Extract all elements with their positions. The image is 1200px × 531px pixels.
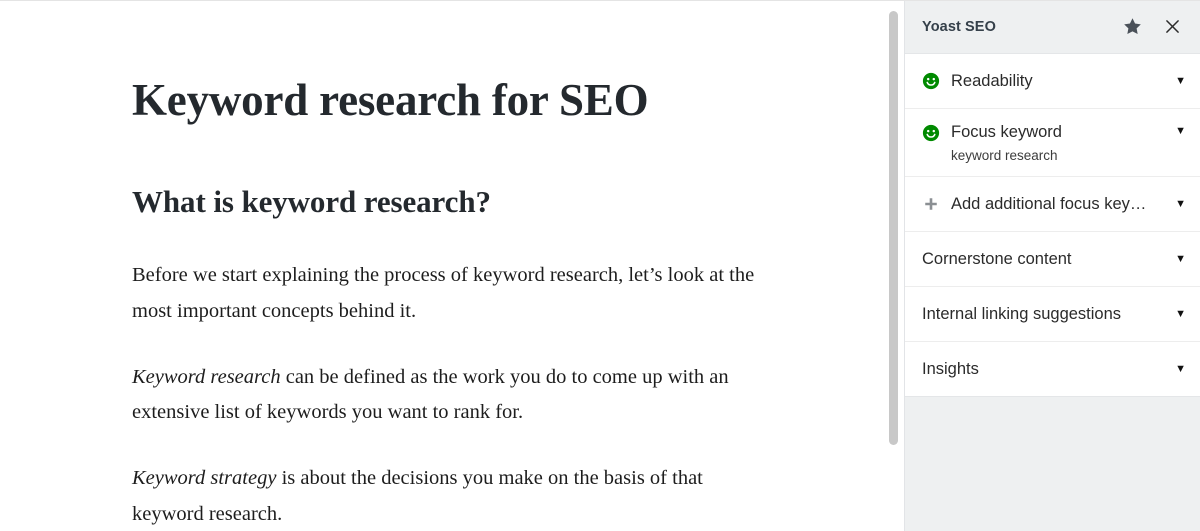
sidebar-item-internal-linking-labels: Internal linking suggestions — [922, 304, 1121, 325]
sidebar-item-label: Add additional focus key… — [951, 194, 1147, 213]
paragraph-keyword-strategy[interactable]: Keyword strategy is about the decisions … — [132, 461, 757, 531]
section-heading[interactable]: What is keyword research? — [132, 183, 832, 220]
sidebar-item-add-focus-keyword-content: Add additional focus key… — [922, 177, 1167, 231]
post-editor-canvas[interactable]: Keyword research for SEO What is keyword… — [0, 0, 886, 531]
sidebar-item-sublabel: keyword research — [951, 147, 1058, 163]
paragraph-intro[interactable]: Before we start explaining the process o… — [132, 258, 757, 329]
sidebar-header: Yoast SEO — [905, 0, 1200, 54]
plus-icon — [922, 195, 940, 213]
sidebar-item-add-focus-keyword-labels: Add additional focus key… — [951, 194, 1146, 215]
editor-window: Keyword research for SEO What is keyword… — [0, 0, 1200, 531]
sidebar-item-insights-labels: Insights — [922, 359, 979, 380]
window-top-divider — [0, 0, 1200, 1]
sidebar-item-readability[interactable]: Readability ▼ — [905, 54, 1200, 109]
paragraph-keyword-research[interactable]: Keyword research can be defined as the w… — [132, 360, 757, 431]
editor-scrollbar-thumb[interactable] — [889, 11, 898, 445]
sidebar-item-focus-keyword-labels: Focus keyword keyword research — [951, 122, 1062, 164]
emphasis-keyword-strategy: Keyword strategy — [132, 467, 277, 490]
sidebar-item-label: Cornerstone content — [922, 249, 1072, 268]
sidebar-item-internal-linking-content: Internal linking suggestions — [922, 287, 1167, 341]
sidebar-item-cornerstone-content[interactable]: Cornerstone content ▼ — [905, 232, 1200, 288]
sidebar-item-label: Insights — [922, 359, 979, 378]
chevron-down-icon[interactable]: ▼ — [1167, 363, 1186, 375]
yoast-seo-sidebar: Yoast SEO Readability ▼ Focus keyword ke… — [904, 0, 1200, 531]
sidebar-header-actions — [1120, 15, 1184, 39]
sidebar-item-readability-labels: Readability — [951, 71, 1033, 92]
post-content[interactable]: Keyword research for SEO What is keyword… — [0, 0, 832, 531]
sidebar-item-focus-keyword[interactable]: Focus keyword keyword research ▼ — [905, 109, 1200, 178]
chevron-down-icon[interactable]: ▼ — [1167, 308, 1186, 320]
sidebar-item-cornerstone-content-content: Cornerstone content — [922, 232, 1167, 286]
emphasis-keyword-research: Keyword research — [132, 365, 281, 388]
chevron-down-icon[interactable]: ▼ — [1167, 253, 1186, 265]
sidebar-collapsible-list: Readability ▼ Focus keyword keyword rese… — [905, 54, 1200, 398]
sidebar-empty-area — [905, 397, 1200, 531]
editor-scrollbar[interactable] — [886, 0, 904, 531]
green-smiley-icon — [922, 124, 940, 142]
star-icon[interactable] — [1120, 15, 1144, 39]
sidebar-title: Yoast SEO — [922, 18, 996, 35]
sidebar-item-add-focus-keyword[interactable]: Add additional focus key… ▼ — [905, 177, 1200, 233]
sidebar-item-cornerstone-labels: Cornerstone content — [922, 249, 1072, 270]
close-icon[interactable] — [1160, 15, 1184, 39]
sidebar-item-readability-content: Readability — [922, 54, 1167, 108]
sidebar-item-label: Internal linking suggestions — [922, 304, 1122, 323]
sidebar-item-focus-keyword-content: Focus keyword keyword research — [922, 109, 1167, 176]
sidebar-item-insights[interactable]: Insights ▼ — [905, 342, 1200, 397]
chevron-down-icon[interactable]: ▼ — [1167, 75, 1186, 87]
green-smiley-icon — [922, 72, 940, 90]
sidebar-item-label: Readability — [951, 71, 1033, 90]
sidebar-item-internal-linking-suggestions[interactable]: Internal linking suggestions ▼ — [905, 287, 1200, 343]
sidebar-item-label: Focus keyword — [951, 123, 1062, 141]
page-title[interactable]: Keyword research for SEO — [132, 74, 832, 127]
sidebar-item-insights-content: Insights — [922, 342, 1167, 396]
chevron-down-icon[interactable]: ▼ — [1167, 126, 1186, 137]
chevron-down-icon[interactable]: ▼ — [1167, 198, 1186, 210]
